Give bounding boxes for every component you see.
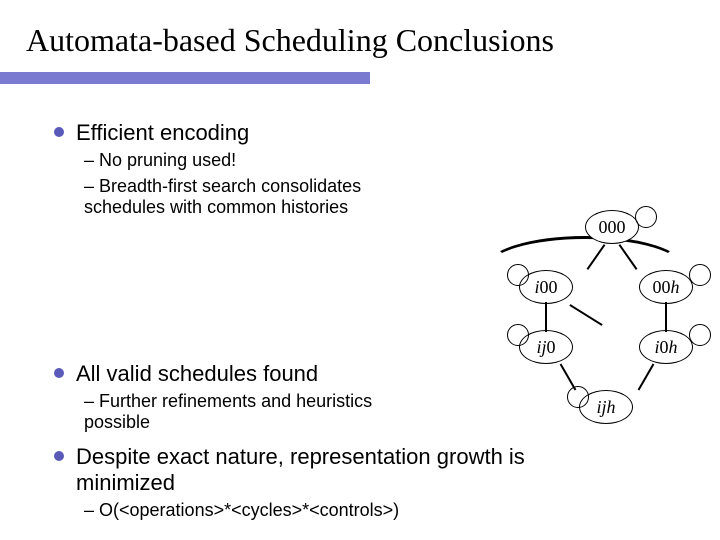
node-ij0-ij: ij xyxy=(536,337,546,358)
selfloop-icon xyxy=(507,264,529,286)
bullet-3-text: Despite exact nature, representation gro… xyxy=(76,444,556,496)
node-ijh-h: h xyxy=(607,397,616,418)
node-i00-rest: 00 xyxy=(540,277,558,298)
automata-diagram: 000 i00 00h ij0 i0h ijh xyxy=(467,200,702,440)
bullet-3-sub-1-text: O(<operations>*<cycles>*<controls>) xyxy=(99,500,399,520)
bullet-3-sub-1: – O(<operations>*<cycles>*<controls>) xyxy=(84,500,424,522)
bullet-1-sub-1: – No pruning used! xyxy=(84,150,424,172)
bullet-2-sub-1-text: Further refinements and heuristics possi… xyxy=(84,391,372,433)
title-rule xyxy=(0,72,370,84)
bullet-1-text: Efficient encoding xyxy=(76,120,249,146)
bullet-2-text: All valid schedules found xyxy=(76,361,318,387)
selfloop-icon xyxy=(507,324,529,346)
bullet-1-sub-1-text: No pruning used! xyxy=(99,150,236,170)
node-000: 000 xyxy=(585,210,639,244)
bullet-1-sub-2: – Breadth-first search consolidates sche… xyxy=(84,176,424,219)
node-i0h: i0h xyxy=(639,330,693,364)
node-ijh-ij: ij xyxy=(596,397,606,418)
node-00h: 00h xyxy=(639,270,693,304)
diagram-edge xyxy=(665,302,667,332)
diagram-edge xyxy=(638,364,655,391)
selfloop-icon xyxy=(635,206,657,228)
bullet-3: Despite exact nature, representation gro… xyxy=(54,444,674,496)
bullet-2-sub-1: – Further refinements and heuristics pos… xyxy=(84,391,424,434)
node-000-label: 000 xyxy=(599,217,626,238)
bullet-1: Efficient encoding xyxy=(54,120,674,146)
node-00h-z: 00 xyxy=(653,277,671,298)
selfloop-icon xyxy=(689,324,711,346)
node-i0h-h: h xyxy=(669,337,678,358)
bullet-dot-icon xyxy=(54,127,64,137)
slide-title: Automata-based Scheduling Conclusions xyxy=(0,0,720,59)
diagram-edge xyxy=(545,302,547,332)
diagram-edge xyxy=(569,304,602,326)
bullet-dot-icon xyxy=(54,451,64,461)
bullet-dot-icon xyxy=(54,368,64,378)
bullet-1-sub-2-text: Breadth-first search consolidates schedu… xyxy=(84,176,361,218)
node-i0h-mid: 0 xyxy=(660,337,669,358)
diagram-edge xyxy=(560,364,577,391)
selfloop-icon xyxy=(689,264,711,286)
node-ij0-z: 0 xyxy=(547,337,556,358)
node-00h-h: h xyxy=(671,277,680,298)
selfloop-icon xyxy=(567,386,589,408)
